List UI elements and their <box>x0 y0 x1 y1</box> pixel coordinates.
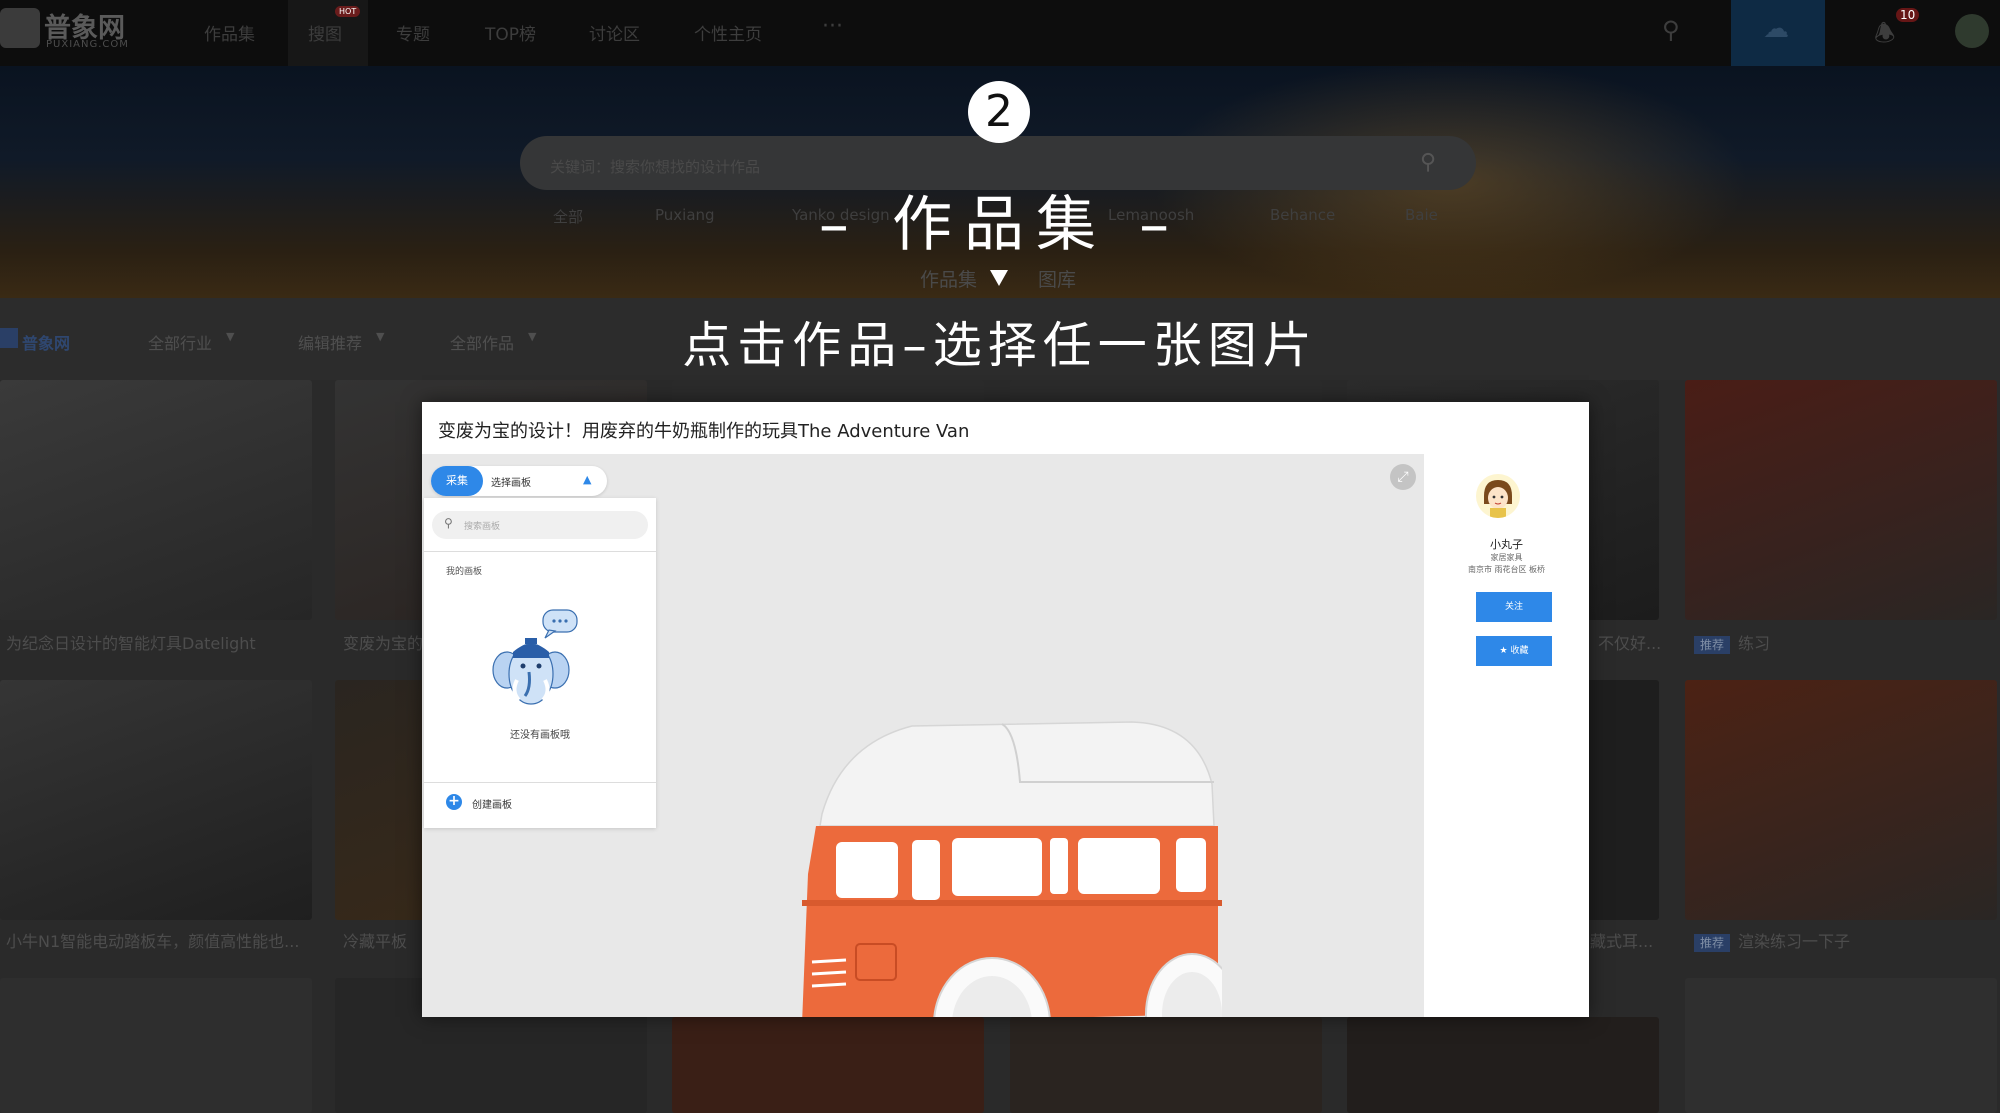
favorite-button[interactable]: ★ 收藏 <box>1476 636 1552 666</box>
recommend-tag: 推荐 <box>1694 934 1731 952</box>
expand-icon[interactable]: ⤢ <box>1390 464 1416 490</box>
logo-icon[interactable] <box>0 8 40 48</box>
nav-item-image-search[interactable]: 搜图 <box>308 20 342 45</box>
work-card-caption[interactable]: 藏式耳... <box>1590 928 1653 952</box>
divider <box>424 782 656 783</box>
nav-item-top-list[interactable]: TOP榜 <box>485 20 536 45</box>
search-icon: ⚲ <box>444 516 453 530</box>
work-card[interactable] <box>1685 680 1997 920</box>
image-viewer[interactable]: ⤢ 采集 选择画板 ▲ ⚲ 搜索画板 我的画板 还没有画板哦 + 创建画板 <box>422 454 1424 1017</box>
board-search-input[interactable]: ⚲ 搜索画板 <box>432 511 648 539</box>
search-submit-icon[interactable]: ⚲ <box>1420 150 1436 175</box>
board-picker-panel: ⚲ 搜索画板 我的画板 还没有画板哦 + 创建画板 <box>424 498 656 828</box>
select-board-dropdown[interactable]: 选择画板 <box>491 474 531 489</box>
subtab-gallery[interactable]: 图库 <box>1038 265 1076 292</box>
search-placeholder: 关键词：搜索你想找的设计作品 <box>550 158 761 176</box>
nav-item-forum[interactable]: 讨论区 <box>589 20 640 45</box>
work-title: 变废为宝的设计！用废弃的牛奶瓶制作的玩具The Adventure Van <box>438 421 970 442</box>
work-card[interactable] <box>0 680 312 920</box>
step-number-badge: 2 <box>968 81 1030 143</box>
upload-button[interactable]: ☁ <box>1731 0 1825 66</box>
section-title: – 作品集 – <box>818 190 1182 260</box>
collect-toolbar: 采集 选择画板 ▲ <box>431 466 607 496</box>
plus-icon[interactable]: + <box>446 794 462 810</box>
work-card-caption[interactable]: 变废为宝的 <box>343 630 423 654</box>
subtab-portfolio[interactable]: 作品集 <box>920 265 977 292</box>
hot-badge: HOT <box>335 6 361 17</box>
recommend-tag: 推荐 <box>1694 636 1731 654</box>
nav-item-personal-page[interactable]: 个性主页 <box>694 20 762 45</box>
empty-boards-text: 还没有画板哦 <box>510 730 570 741</box>
author-avatar[interactable] <box>1476 474 1520 518</box>
follow-button[interactable]: 关注 <box>1476 592 1552 622</box>
logo-subtext: PUXIANG.COM <box>46 39 129 50</box>
create-board-button[interactable]: 创建画板 <box>472 796 512 811</box>
author-category: 家居家具 <box>1490 553 1523 562</box>
work-card-caption[interactable]: 推荐 练习 <box>1694 630 1770 654</box>
search-icon[interactable]: ⚲ <box>1662 16 1680 44</box>
work-card[interactable] <box>1010 1017 1322 1113</box>
work-card[interactable] <box>1347 1017 1659 1113</box>
nav-item-portfolio[interactable]: 作品集 <box>204 20 255 45</box>
elephant-mascot-icon <box>492 609 578 705</box>
work-card-caption[interactable]: 冷藏平板 <box>343 928 407 952</box>
arrow-down-icon <box>990 270 1008 286</box>
work-card[interactable] <box>0 978 312 1113</box>
work-card[interactable] <box>1685 380 1997 620</box>
work-detail-dialog: 变废为宝的设计！用废弃的牛奶瓶制作的玩具The Adventure Van ⤢ … <box>422 402 1589 1017</box>
work-card[interactable] <box>672 1017 984 1113</box>
work-card-caption-text: 练习 <box>1738 634 1771 653</box>
divider <box>424 551 656 552</box>
work-card-caption[interactable]: 不仅好... <box>1598 630 1661 654</box>
girl-avatar-icon <box>1484 480 1512 518</box>
work-card-caption-text: 渲染练习一下子 <box>1738 932 1851 951</box>
collect-button[interactable]: 采集 <box>431 466 483 496</box>
author-location: 南京市 雨花台区 板桥 <box>1467 565 1546 574</box>
chevron-up-icon[interactable]: ▲ <box>583 473 591 486</box>
notification-badge: 10 <box>1896 8 1920 22</box>
nav-more-icon[interactable]: ··· <box>822 14 843 39</box>
my-boards-label: 我的画板 <box>446 567 483 577</box>
work-card-caption[interactable]: 推荐 渲染练习一下子 <box>1694 928 1850 952</box>
author-sidebar: 小丸子 家居家具 南京市 雨花台区 板桥 关注 ★ 收藏 <box>1424 454 1589 1017</box>
top-navigation-bar: 普象网 PUXIANG.COM 作品集 搜图 HOT 专题 TOP榜 讨论区 个… <box>0 0 2000 66</box>
adventure-van-image <box>802 721 1222 1017</box>
instruction-text: 点击作品–选择任一张图片 <box>682 317 1318 374</box>
board-search-placeholder: 搜索画板 <box>464 522 501 532</box>
author-name[interactable]: 小丸子 <box>1424 536 1589 552</box>
work-card[interactable] <box>0 380 312 620</box>
work-card-caption[interactable]: 小牛N1智能电动踏板车，颜值高性能也... <box>6 928 299 952</box>
work-card[interactable] <box>1685 978 1997 1113</box>
user-avatar[interactable] <box>1955 14 1989 48</box>
cloud-upload-icon: ☁ <box>1763 14 1789 44</box>
nav-item-topics[interactable]: 专题 <box>396 20 430 45</box>
work-card-caption[interactable]: 为纪念日设计的智能灯具Datelight <box>6 630 256 654</box>
bell-icon[interactable]: 🕭 <box>1874 16 1895 57</box>
